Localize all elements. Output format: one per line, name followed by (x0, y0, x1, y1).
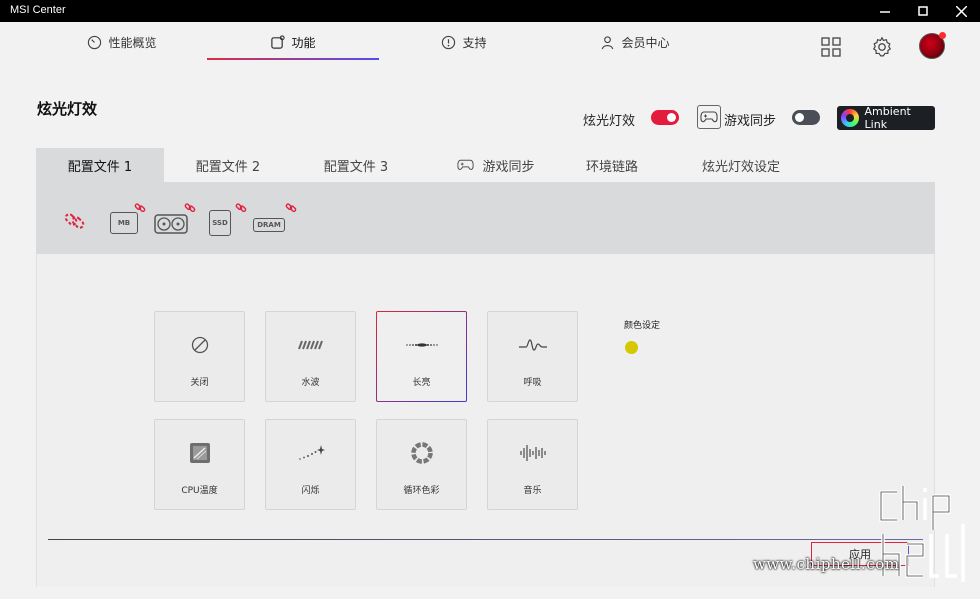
footer-divider (48, 539, 923, 540)
window-bottom (0, 587, 980, 599)
ambient-link-icon (841, 109, 859, 127)
feature-icon (271, 34, 286, 49)
tab-support[interactable]: 支持 (414, 22, 514, 62)
device-link-all[interactable] (62, 208, 98, 238)
effect-label: 循环色彩 (403, 486, 440, 496)
close-button[interactable] (942, 0, 980, 22)
maximize-button[interactable] (904, 0, 942, 22)
device-strip: MB SSD DRAM (36, 182, 935, 254)
grid-icon (821, 37, 841, 57)
tab-performance-label: 性能概览 (108, 35, 157, 50)
game-sync-button[interactable] (697, 105, 721, 129)
color-swatch[interactable] (625, 341, 638, 354)
effect-breathing[interactable]: 呼吸 (487, 311, 578, 402)
title-bar: MSI Center (0, 0, 980, 22)
device-ssd[interactable]: SSD (209, 203, 247, 238)
effect-label: 水波 (301, 378, 320, 388)
effect-steady[interactable]: 长亮 (376, 311, 467, 402)
effect-label: 呼吸 (523, 378, 542, 388)
link-icon (64, 213, 85, 229)
active-tab-indicator (207, 58, 379, 60)
tab-ambient-link[interactable]: 环境链路 (548, 148, 676, 182)
motherboard-icon: MB (110, 212, 138, 234)
tab-features-label: 功能 (291, 35, 316, 50)
gauge-icon (88, 35, 102, 49)
effect-label: CPU温度 (181, 486, 218, 496)
cpu-temp-icon (189, 443, 210, 463)
color-cycle-icon (410, 442, 433, 464)
ssd-icon: SSD (209, 210, 231, 236)
dram-icon: DRAM (253, 218, 285, 232)
effect-flash[interactable]: 闪烁 (265, 419, 356, 510)
link-icon (184, 203, 196, 213)
tab-member-label: 会员中心 (621, 35, 670, 50)
flash-icon (298, 445, 325, 460)
graphics-card-icon (154, 214, 188, 234)
game-sync-toggle-label: 游戏同步 (724, 114, 777, 129)
tab-profile-3[interactable]: 配置文件 3 (292, 148, 420, 182)
watermark-text: www.chiphell.com (753, 555, 900, 573)
wave-icon (297, 340, 323, 350)
link-icon (235, 203, 247, 213)
link-icon (134, 203, 146, 213)
effect-label: 音乐 (523, 486, 542, 496)
link-icon (285, 203, 297, 213)
support-icon (442, 35, 456, 49)
game-sync-toggle[interactable] (792, 110, 820, 125)
effect-label: 关闭 (190, 378, 209, 388)
off-icon (191, 336, 208, 354)
effect-off[interactable]: 关闭 (154, 311, 245, 402)
notification-dot (939, 32, 946, 39)
effect-label: 长亮 (412, 378, 431, 388)
gamepad-icon (457, 159, 475, 170)
avatar[interactable] (919, 32, 946, 59)
app-title: MSI Center (10, 4, 66, 16)
lighting-toggle-label: 炫光灯效 (583, 114, 636, 129)
top-nav: 性能概览 功能 支持 会员中心 (0, 22, 980, 66)
minimize-button[interactable] (866, 0, 904, 22)
tab-support-label: 支持 (462, 35, 487, 50)
lighting-toggle[interactable] (651, 110, 679, 125)
device-motherboard[interactable]: MB (110, 203, 146, 238)
minimize-icon (880, 11, 890, 13)
gear-icon (872, 36, 892, 57)
ambient-link-label: Ambient Link (864, 105, 911, 131)
device-dram[interactable]: DRAM (253, 203, 297, 238)
profile-tabs: 配置文件 1 配置文件 2 配置文件 3 游戏同步 环境链路 炫光灯效设定 (36, 148, 935, 182)
effect-cpu-temp[interactable]: CPU温度 (154, 419, 245, 510)
page-title: 炫光灯效 (37, 100, 98, 118)
tab-game-sync[interactable]: 游戏同步 (432, 148, 560, 182)
device-graphics-card[interactable] (154, 203, 196, 238)
music-icon (519, 445, 546, 461)
close-icon (955, 5, 967, 17)
tab-lighting-settings[interactable]: 炫光灯效设定 (676, 148, 806, 182)
user-icon (602, 35, 614, 49)
effect-label: 闪烁 (301, 486, 320, 496)
apps-grid-button[interactable] (818, 34, 844, 60)
effect-wave[interactable]: 水波 (265, 311, 356, 402)
maximize-icon (918, 6, 928, 16)
steady-icon (405, 343, 438, 347)
tab-profile-2[interactable]: 配置文件 2 (164, 148, 292, 182)
tab-member-center[interactable]: 会员中心 (585, 22, 685, 62)
color-setting-label: 颜色设定 (624, 321, 661, 331)
tab-performance[interactable]: 性能概览 (72, 22, 172, 62)
effect-color-cycle[interactable]: 循环色彩 (376, 419, 467, 510)
tab-features[interactable]: 功能 (243, 22, 343, 62)
breathing-icon (518, 339, 547, 351)
ambient-link-button[interactable]: Ambient Link (837, 105, 935, 131)
tab-profile-1[interactable]: 配置文件 1 (36, 148, 164, 182)
gamepad-icon (700, 111, 718, 123)
settings-button[interactable] (869, 34, 895, 60)
effect-music[interactable]: 音乐 (487, 419, 578, 510)
